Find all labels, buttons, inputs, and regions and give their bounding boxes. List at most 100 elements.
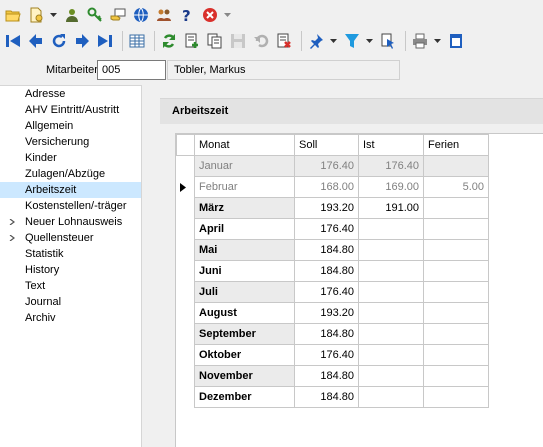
refresh-record-icon[interactable] xyxy=(49,31,69,51)
stop-icon[interactable] xyxy=(200,5,220,25)
table-row[interactable]: Juli 176.40 xyxy=(176,281,489,303)
card-hand-icon[interactable] xyxy=(108,5,128,25)
sidebar-item[interactable]: Journal xyxy=(0,294,141,310)
chevron-down-icon[interactable] xyxy=(49,5,58,25)
table-row[interactable]: Mai 184.80 xyxy=(176,239,489,261)
sidebar-item[interactable]: Quellensteuer xyxy=(0,230,141,246)
table-row[interactable]: August 193.20 xyxy=(176,302,489,324)
export-icon[interactable] xyxy=(378,31,398,51)
table-row[interactable]: Dezember 184.80 xyxy=(176,386,489,408)
cell-soll[interactable]: 184.80 xyxy=(294,386,359,408)
cell-ist[interactable] xyxy=(358,302,424,324)
row-indicator[interactable] xyxy=(176,302,195,324)
cell-soll[interactable]: 184.80 xyxy=(294,260,359,282)
table-row[interactable]: April 176.40 xyxy=(176,218,489,240)
cell-ist[interactable]: 191.00 xyxy=(358,197,424,219)
row-indicator[interactable] xyxy=(176,197,195,219)
table-view-icon[interactable] xyxy=(127,31,147,51)
worktime-grid[interactable]: Monat Soll Ist Ferien Januar 176.40 176.40… xyxy=(175,133,543,447)
cell-ist[interactable]: 169.00 xyxy=(358,176,424,198)
cell-monat[interactable]: Januar xyxy=(194,155,295,177)
row-indicator[interactable] xyxy=(176,281,195,303)
overflow-icon[interactable] xyxy=(223,5,232,25)
cell-monat[interactable]: Mai xyxy=(194,239,295,261)
cell-soll[interactable]: 193.20 xyxy=(294,302,359,324)
sidebar-item[interactable]: Statistik xyxy=(0,246,141,262)
expand-chevron-icon[interactable] xyxy=(9,219,15,225)
row-indicator[interactable] xyxy=(176,218,195,240)
copy-record-icon[interactable] xyxy=(205,31,225,51)
reload-icon[interactable] xyxy=(159,31,179,51)
table-row[interactable]: Februar 168.00 169.00 5.00 xyxy=(176,176,489,198)
expand-chevron-icon[interactable] xyxy=(9,235,15,241)
chevron-down-icon[interactable] xyxy=(365,31,374,51)
row-indicator[interactable] xyxy=(176,386,195,408)
cell-ferien[interactable] xyxy=(423,281,489,303)
window-icon[interactable] xyxy=(446,31,466,51)
table-row[interactable]: September 184.80 xyxy=(176,323,489,345)
cell-ist[interactable] xyxy=(358,386,424,408)
sidebar-item[interactable]: Zulagen/Abzüge xyxy=(0,166,141,182)
print-icon[interactable] xyxy=(410,31,430,51)
sidebar-item[interactable]: Kinder xyxy=(0,150,141,166)
sidebar-item[interactable]: Versicherung xyxy=(0,134,141,150)
cell-soll[interactable]: 176.40 xyxy=(294,218,359,240)
cell-ferien[interactable] xyxy=(423,323,489,345)
cell-monat[interactable]: September xyxy=(194,323,295,345)
cell-monat[interactable]: Oktober xyxy=(194,344,295,366)
user-group-icon[interactable] xyxy=(62,5,82,25)
cell-ist[interactable] xyxy=(358,281,424,303)
delete-icon[interactable] xyxy=(274,31,294,51)
sidebar-item[interactable]: Allgemein xyxy=(0,118,141,134)
cell-ferien[interactable] xyxy=(423,365,489,387)
sidebar-item[interactable]: History xyxy=(0,262,141,278)
column-header-soll[interactable]: Soll xyxy=(294,134,359,156)
column-header-ist[interactable]: Ist xyxy=(358,134,424,156)
filter-icon[interactable] xyxy=(342,31,362,51)
column-header-monat[interactable]: Monat xyxy=(194,134,295,156)
cell-soll[interactable]: 168.00 xyxy=(294,176,359,198)
first-record-icon[interactable] xyxy=(3,31,23,51)
row-indicator[interactable] xyxy=(176,176,195,198)
cell-ist[interactable] xyxy=(358,365,424,387)
table-row[interactable]: Juni 184.80 xyxy=(176,260,489,282)
cell-soll[interactable]: 176.40 xyxy=(294,281,359,303)
cell-monat[interactable]: November xyxy=(194,365,295,387)
sidebar-item[interactable]: Kostenstellen/-träger xyxy=(0,198,141,214)
globe-icon[interactable] xyxy=(131,5,151,25)
last-record-icon[interactable] xyxy=(95,31,115,51)
add-record-icon[interactable] xyxy=(182,31,202,51)
cell-ist[interactable] xyxy=(358,260,424,282)
table-row[interactable]: Oktober 176.40 xyxy=(176,344,489,366)
cell-ferien[interactable] xyxy=(423,344,489,366)
sidebar-item[interactable]: Text xyxy=(0,278,141,294)
cell-ist[interactable] xyxy=(358,239,424,261)
employee-number-input[interactable] xyxy=(97,60,166,80)
help-icon[interactable]: ? xyxy=(177,5,197,25)
cell-soll[interactable]: 176.40 xyxy=(294,344,359,366)
row-indicator[interactable] xyxy=(176,155,195,177)
cell-monat[interactable]: Juni xyxy=(194,260,295,282)
table-row[interactable]: November 184.80 xyxy=(176,365,489,387)
row-indicator[interactable] xyxy=(176,344,195,366)
row-indicator[interactable] xyxy=(176,239,195,261)
document-new-icon[interactable] xyxy=(26,5,46,25)
people-search-icon[interactable] xyxy=(154,5,174,25)
folder-open-icon[interactable] xyxy=(3,5,23,25)
chevron-down-icon[interactable] xyxy=(433,31,442,51)
cell-ferien[interactable]: 5.00 xyxy=(423,176,489,198)
cell-ferien[interactable] xyxy=(423,155,489,177)
next-record-icon[interactable] xyxy=(72,31,92,51)
row-indicator[interactable] xyxy=(176,260,195,282)
sidebar-item[interactable]: Archiv xyxy=(0,310,141,326)
cell-ferien[interactable] xyxy=(423,302,489,324)
row-indicator[interactable] xyxy=(176,365,195,387)
cell-monat[interactable]: März xyxy=(194,197,295,219)
cell-ferien[interactable] xyxy=(423,386,489,408)
cell-ist[interactable] xyxy=(358,344,424,366)
cell-ferien[interactable] xyxy=(423,239,489,261)
cell-monat[interactable]: April xyxy=(194,218,295,240)
previous-record-icon[interactable] xyxy=(26,31,46,51)
sidebar-item[interactable]: Arbeitszeit xyxy=(0,182,141,198)
column-header-ferien[interactable]: Ferien xyxy=(423,134,489,156)
